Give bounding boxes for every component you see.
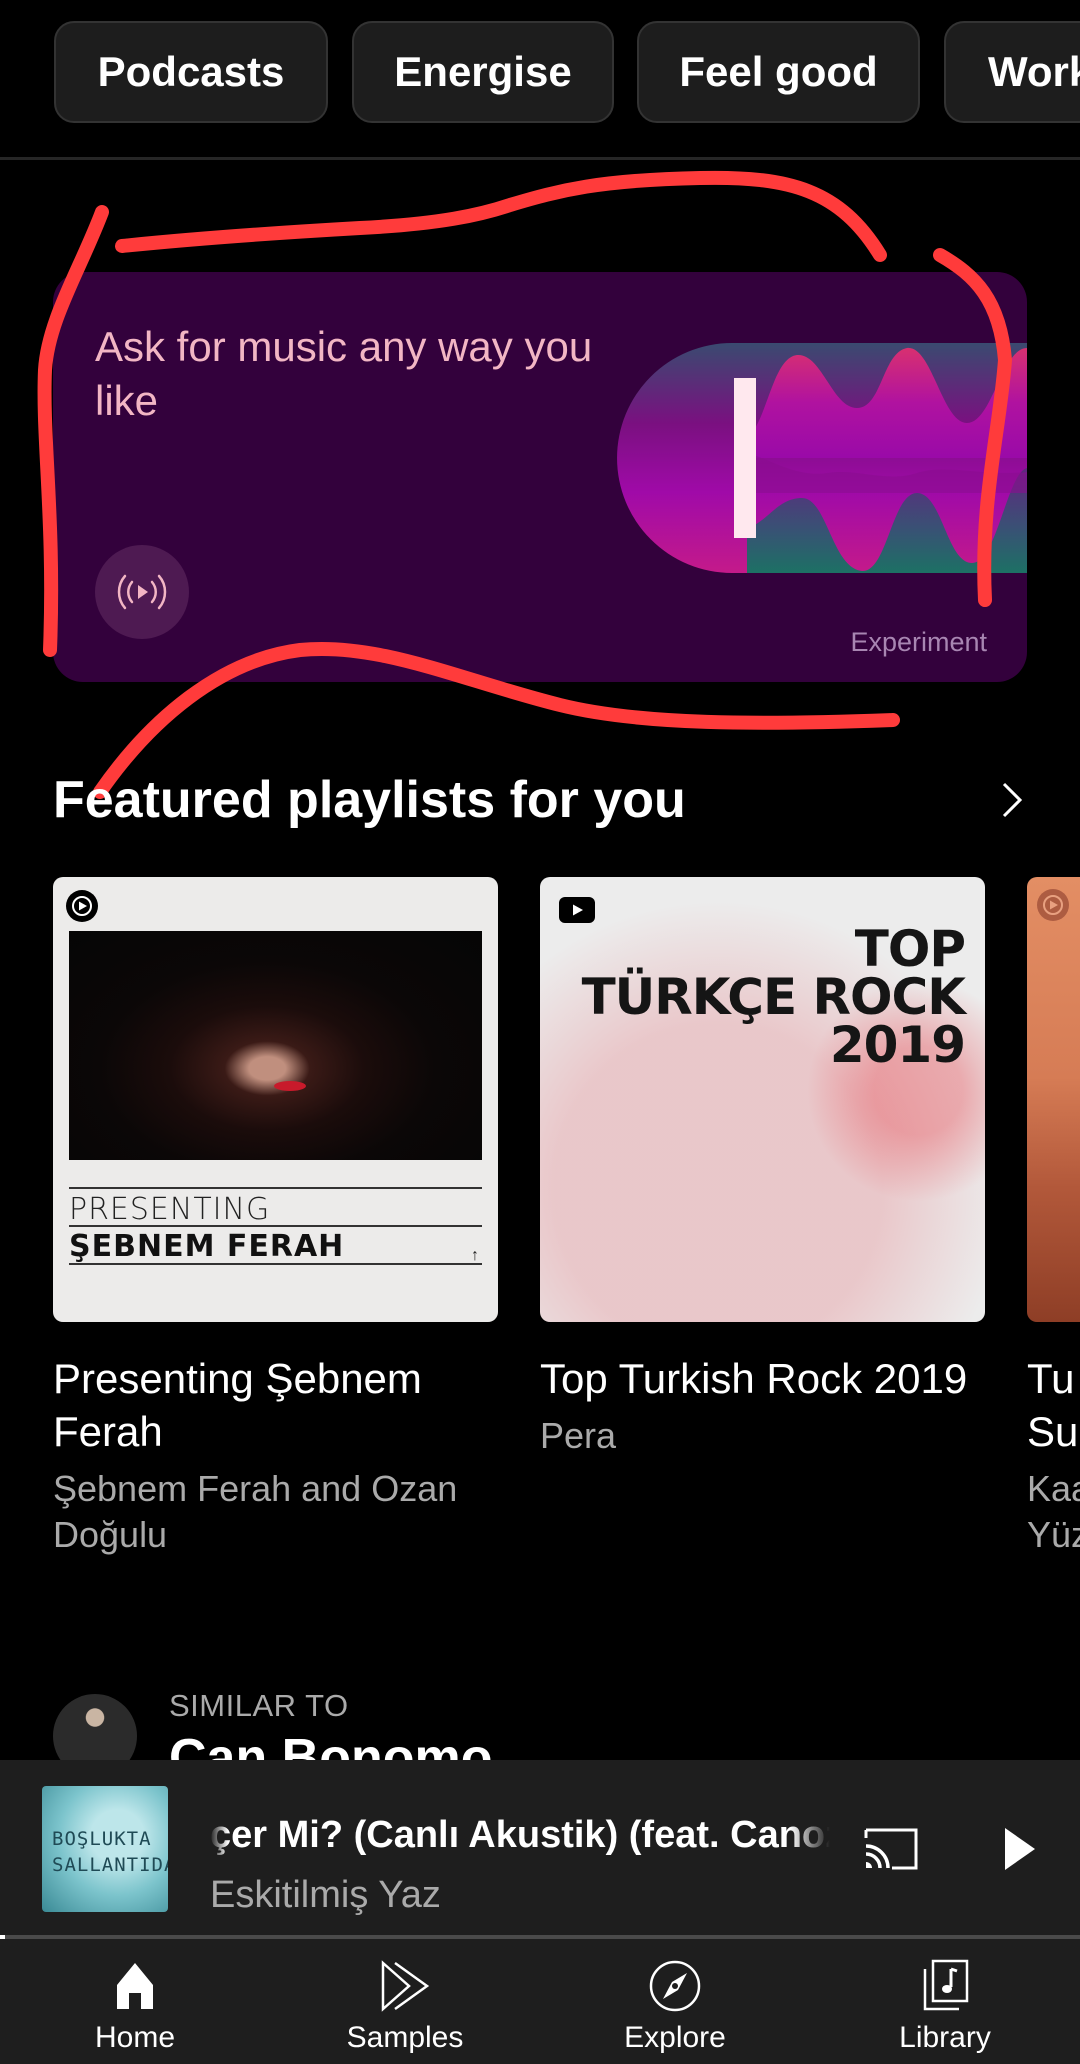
- thumb-rule: [69, 1187, 482, 1189]
- nav-explore[interactable]: Explore: [540, 1939, 810, 2064]
- playlist-thumbnail: PRESENTING ŞEBNEM FERAH ↑: [53, 877, 498, 1322]
- youtube-music-icon: [66, 890, 98, 922]
- playlist-thumbnail: TOP TÜRKÇE ROCK 2019: [540, 877, 985, 1322]
- thumb-rule: [69, 1225, 482, 1227]
- thumb-rule: [69, 1263, 482, 1265]
- now-playing-subtitle: Eskitilmiş Yaz: [210, 1874, 441, 1916]
- similar-to-label: SIMILAR TO: [169, 1688, 349, 1723]
- thumb-artist-text: ŞEBNEM FERAH: [69, 1229, 345, 1264]
- chip-podcasts[interactable]: Podcasts: [54, 21, 328, 123]
- youtube-icon: [559, 897, 595, 923]
- play-icon[interactable]: [1000, 1826, 1040, 1872]
- nav-samples[interactable]: Samples: [270, 1939, 540, 2064]
- featured-playlists-title: Featured playlists for you: [53, 771, 686, 829]
- nav-home[interactable]: Home: [0, 1939, 270, 2064]
- ask-music-experiment-card[interactable]: Ask for music any way you like Experimen…: [53, 272, 1027, 682]
- album-art-text: BOŞLUKTA SALLANTIDA: [52, 1828, 168, 1876]
- experiment-title: Ask for music any way you like: [95, 323, 593, 424]
- library-icon: [923, 1959, 969, 2011]
- now-playing-title: çer Mi? (Canlı Akustik) (feat. Canozan): [210, 1814, 830, 1856]
- chip-feel-good[interactable]: Feel good: [637, 21, 920, 123]
- playlist-subtitle: Pera: [540, 1415, 617, 1456]
- nav-explore-label: Explore: [624, 2021, 726, 2054]
- samples-icon: [381, 1960, 430, 2012]
- nav-library-label: Library: [899, 2021, 991, 2054]
- album-art: BOŞLUKTA SALLANTIDA: [42, 1786, 168, 1912]
- nav-library[interactable]: Library: [810, 1939, 1080, 2064]
- artist-photo: [69, 931, 482, 1160]
- playlist-title: Presenting Şebnem Ferah: [53, 1355, 422, 1455]
- thumb-presenting-text: PRESENTING: [69, 1192, 271, 1227]
- waveform-illustration: [617, 343, 1027, 573]
- experiment-play-button[interactable]: [95, 545, 189, 639]
- experiment-badge: Experiment: [850, 627, 987, 657]
- playlist-title: Tu Su: [1027, 1355, 1079, 1455]
- mood-chips-row: Podcasts Energise Feel good Work: [0, 0, 1080, 157]
- chips-divider: [0, 157, 1080, 160]
- youtube-music-icon: [1037, 889, 1069, 921]
- chevron-right-icon[interactable]: [995, 776, 1031, 824]
- playlist-subtitle: Kaa Yüz: [1027, 1468, 1080, 1555]
- playlist-card[interactable]: PRESENTING ŞEBNEM FERAH ↑ Presenting Şeb…: [53, 877, 498, 1558]
- cast-icon[interactable]: [862, 1826, 920, 1872]
- thumb-title-text: TOP TÜRKÇE ROCK 2019: [581, 920, 966, 1074]
- chip-energise[interactable]: Energise: [352, 21, 614, 123]
- featured-playlists-carousel: PRESENTING ŞEBNEM FERAH ↑ Presenting Şeb…: [0, 877, 1080, 1577]
- mini-player[interactable]: BOŞLUKTA SALLANTIDA çer Mi? (Canlı Akusti…: [0, 1760, 1080, 1938]
- compass-icon: [649, 1960, 701, 2012]
- playlist-card[interactable]: TOP TÜRKÇE ROCK 2019 Top Turkish Rock 20…: [540, 877, 985, 1459]
- playlist-title: Top Turkish Rock 2019: [540, 1355, 968, 1402]
- nav-samples-label: Samples: [346, 2021, 464, 2054]
- playlist-card[interactable]: Tu Su Kaa Yüz: [1027, 877, 1080, 1558]
- radio-play-icon: [117, 574, 167, 610]
- playlist-subtitle: Şebnem Ferah and Ozan Doğulu: [53, 1468, 458, 1555]
- chip-workout[interactable]: Work: [944, 21, 1080, 123]
- home-icon: [117, 1963, 153, 2009]
- playlist-thumbnail: [1027, 877, 1080, 1322]
- bottom-navigation: Home Samples Explore Library: [0, 1939, 1080, 2064]
- nav-home-label: Home: [94, 2021, 176, 2054]
